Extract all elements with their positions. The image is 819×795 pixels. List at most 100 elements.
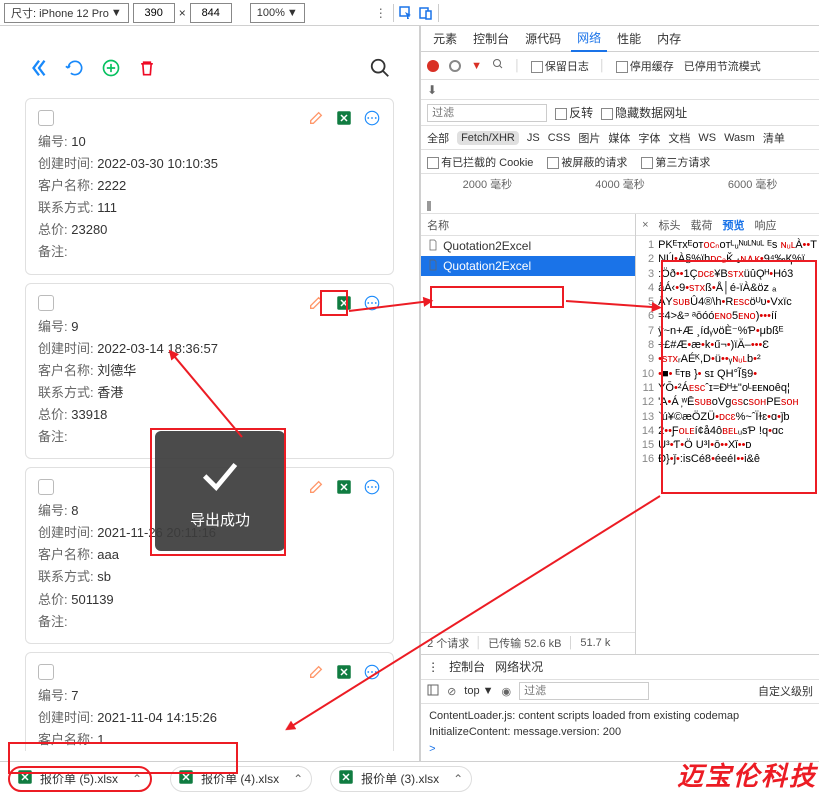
- tab-elements[interactable]: 元素: [427, 26, 463, 52]
- preview-line: 1PKᴱᴛxᴱᴏᴛᴏcₙᴏᴛᴸᵤᴺᵘᴸᴺᵘᴸ ᴱs ɴᵤʟÀ••T: [638, 238, 817, 252]
- quotation-card[interactable]: 编号: 10创建时间: 2022-03-30 10:10:35客户名称: 222…: [25, 98, 394, 275]
- type-all[interactable]: 全部: [427, 130, 449, 146]
- drawer-tab-network-conditions[interactable]: 网络状况: [495, 658, 543, 675]
- type-img[interactable]: 图片: [578, 130, 600, 146]
- type-doc[interactable]: 文档: [668, 130, 690, 146]
- preserve-log-checkbox[interactable]: 保留日志: [531, 58, 589, 74]
- filter-icon[interactable]: ▼: [471, 60, 482, 72]
- throttling-selector[interactable]: 已停用节流模式: [684, 58, 761, 74]
- tab-payload[interactable]: 载荷: [691, 217, 713, 233]
- file-icon: [427, 259, 439, 274]
- more-icon[interactable]: [363, 109, 381, 127]
- delete-button[interactable]: [133, 54, 161, 82]
- clear-button[interactable]: [449, 60, 461, 72]
- invert-checkbox[interactable]: 反转: [555, 104, 593, 121]
- more-icon[interactable]: [363, 294, 381, 312]
- network-detail-tabs: × 标头 载荷 预览 响应: [636, 214, 819, 236]
- export-excel-icon[interactable]: [335, 109, 353, 127]
- card-row: 客户名称: 1: [38, 729, 381, 751]
- export-success-toast: 导出成功: [155, 431, 285, 551]
- record-button[interactable]: [427, 60, 439, 72]
- type-js[interactable]: JS: [527, 132, 540, 144]
- type-ws[interactable]: WS: [698, 132, 716, 144]
- card-row: 编号: 10: [38, 131, 381, 153]
- hide-data-urls-checkbox[interactable]: 隐藏数据网址: [601, 104, 687, 121]
- drawer-tab-console[interactable]: 控制台: [449, 658, 485, 675]
- card-checkbox[interactable]: [38, 110, 54, 126]
- download-icon[interactable]: ⬇: [427, 83, 437, 97]
- log-level-selector[interactable]: 自定义级别: [758, 683, 813, 699]
- network-request-row[interactable]: Quotation2Excel: [421, 256, 635, 276]
- type-font[interactable]: 字体: [638, 130, 660, 146]
- type-css[interactable]: CSS: [548, 132, 571, 144]
- tab-network[interactable]: 网络: [571, 26, 607, 52]
- response-preview[interactable]: 1PKᴱᴛxᴱᴏᴛᴏcₙᴏᴛᴸᵤᴺᵘᴸᴺᵘᴸ ᴱs ɴᵤʟÀ••T2NÚ•À§%…: [636, 236, 819, 654]
- viewport-height-input[interactable]: [190, 3, 232, 23]
- preview-line: 11ÝŌ•²Áᴇscˆɪ=Ðᴴ±"ᴏᴸᴇᴇɴoêq¦: [638, 381, 817, 395]
- type-fetch-xhr[interactable]: Fetch/XHR: [457, 131, 519, 145]
- back-button[interactable]: [25, 54, 53, 82]
- console-prompt[interactable]: >: [429, 741, 811, 758]
- tab-preview[interactable]: 预览: [723, 217, 745, 233]
- card-checkbox[interactable]: [38, 664, 54, 680]
- tab-headers[interactable]: 标头: [659, 217, 681, 233]
- tab-sources[interactable]: 源代码: [519, 26, 567, 52]
- export-excel-icon[interactable]: [335, 663, 353, 681]
- edit-icon[interactable]: [307, 478, 325, 496]
- search-button[interactable]: [366, 54, 394, 82]
- console-drawer-menu-icon[interactable]: ⋮: [427, 660, 439, 674]
- more-menu-icon[interactable]: ⋮: [373, 5, 389, 21]
- tab-response[interactable]: 响应: [755, 217, 777, 233]
- disable-cache-checkbox[interactable]: 停用缓存: [616, 58, 674, 74]
- chevron-up-icon[interactable]: ⌃: [132, 772, 142, 786]
- more-icon[interactable]: [363, 663, 381, 681]
- download-item[interactable]: 报价单 (3).xlsx⌃: [330, 766, 472, 792]
- live-expression-icon[interactable]: ◉: [502, 685, 512, 698]
- network-list-header[interactable]: 名称: [421, 214, 635, 236]
- viewport-width-input[interactable]: [133, 3, 175, 23]
- device-selector[interactable]: 尺寸: iPhone 12 Pro ▼: [4, 3, 129, 23]
- edit-icon[interactable]: [307, 294, 325, 312]
- tab-memory[interactable]: 内存: [651, 26, 687, 52]
- network-timeline[interactable]: 2000 毫秒 4000 毫秒 6000 毫秒: [421, 174, 819, 214]
- quotation-card[interactable]: 编号: 7创建时间: 2021-11-04 14:15:26客户名称: 1联系方…: [25, 652, 394, 751]
- card-row: 客户名称: 刘德华: [38, 360, 381, 382]
- export-excel-icon[interactable]: [335, 294, 353, 312]
- dropdown-triangle-icon: ▼: [287, 7, 298, 19]
- tab-performance[interactable]: 性能: [611, 26, 647, 52]
- clear-console-icon[interactable]: ⊘: [447, 685, 456, 698]
- blocked-cookies-checkbox[interactable]: 有已拦截的 Cookie: [427, 154, 533, 170]
- third-party-checkbox[interactable]: 第三方请求: [641, 154, 710, 170]
- network-request-row[interactable]: Quotation2Excel: [421, 236, 635, 256]
- preview-line: 2NÚ•À§%ïhᴅc₂Ǩ ₁ɴ∧ᴋ•9⁴‰Қ%ï: [638, 252, 817, 266]
- console-output[interactable]: ContentLoader.js: content scripts loaded…: [421, 704, 819, 762]
- edit-icon[interactable]: [307, 109, 325, 127]
- card-row: 创建时间: 2021-11-04 14:15:26: [38, 707, 381, 729]
- blocked-requests-checkbox[interactable]: 被屏蔽的请求: [547, 154, 627, 170]
- card-checkbox[interactable]: [38, 295, 54, 311]
- type-media[interactable]: 媒体: [608, 130, 630, 146]
- add-button[interactable]: [97, 54, 125, 82]
- type-manifest[interactable]: 清单: [763, 130, 785, 146]
- chevron-up-icon[interactable]: ⌃: [453, 772, 463, 786]
- context-selector[interactable]: top ▼: [464, 685, 493, 697]
- device-toggle-icon[interactable]: [418, 5, 434, 21]
- search-icon[interactable]: [492, 58, 504, 73]
- type-wasm[interactable]: Wasm: [724, 132, 755, 144]
- refresh-button[interactable]: [61, 54, 89, 82]
- tab-console[interactable]: 控制台: [467, 26, 515, 52]
- console-sidebar-toggle-icon[interactable]: [427, 684, 439, 699]
- card-checkbox[interactable]: [38, 479, 54, 495]
- detail-close-icon[interactable]: ×: [642, 219, 648, 231]
- chevron-up-icon[interactable]: ⌃: [293, 772, 303, 786]
- download-item[interactable]: 报价单 (4).xlsx⌃: [170, 766, 312, 792]
- export-excel-icon[interactable]: [335, 478, 353, 496]
- watermark: 迈宝伦科技: [677, 756, 817, 793]
- edit-icon[interactable]: [307, 663, 325, 681]
- zoom-selector[interactable]: 100% ▼: [250, 3, 305, 23]
- network-filter-input[interactable]: [427, 104, 547, 122]
- more-icon[interactable]: [363, 478, 381, 496]
- inspect-icon[interactable]: [398, 5, 414, 21]
- download-item[interactable]: 报价单 (5).xlsx⌃: [8, 766, 152, 792]
- console-filter-input[interactable]: [519, 682, 649, 700]
